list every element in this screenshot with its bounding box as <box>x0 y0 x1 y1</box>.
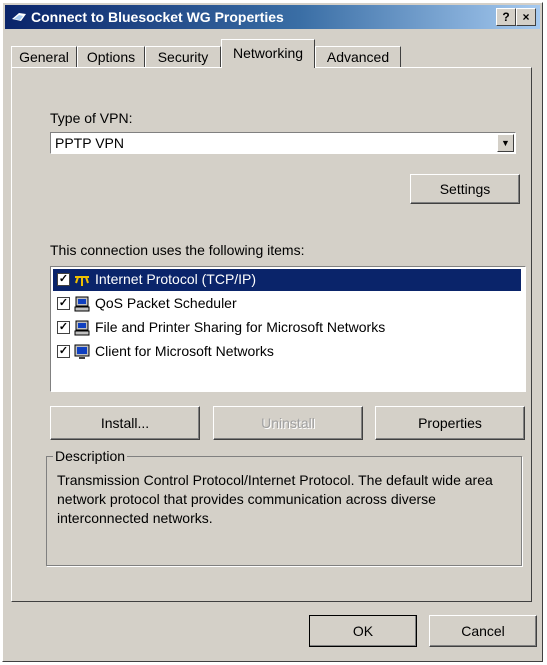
network-service-icon <box>74 296 90 312</box>
properties-dialog: Connect to Bluesocket WG Properties ? × … <box>2 2 543 662</box>
cancel-button[interactable]: Cancel <box>429 615 537 647</box>
help-button[interactable]: ? <box>496 8 516 26</box>
list-item-label: QoS Packet Scheduler <box>95 295 237 311</box>
list-item-label: File and Printer Sharing for Microsoft N… <box>95 319 386 335</box>
vpn-type-value: PPTP VPN <box>55 135 124 151</box>
vpn-type-label: Type of VPN: <box>50 110 133 126</box>
settings-button-label: Settings <box>439 181 491 197</box>
checkbox[interactable]: ✓ <box>57 297 70 310</box>
checkbox[interactable]: ✓ <box>57 321 70 334</box>
connection-icon <box>12 13 26 21</box>
list-item-label: Client for Microsoft Networks <box>95 343 274 359</box>
tab-general[interactable]: General <box>11 46 77 68</box>
components-list[interactable]: ✓ Internet Protocol (TCP/IP) ✓ QoS Packe… <box>50 266 526 392</box>
protocol-icon <box>75 276 89 286</box>
list-item[interactable]: ✓ File and Printer Sharing for Microsoft… <box>53 317 521 339</box>
window-title: Connect to Bluesocket WG Properties <box>31 9 284 25</box>
uninstall-button[interactable]: Uninstall <box>213 406 363 440</box>
tab-options[interactable]: Options <box>77 46 145 68</box>
tab-advanced[interactable]: Advanced <box>315 46 401 68</box>
description-group: Description Transmission Control Protoco… <box>46 448 522 566</box>
chevron-down-icon[interactable]: ▼ <box>497 134 514 152</box>
list-item[interactable]: ✓ QoS Packet Scheduler <box>53 293 521 315</box>
cancel-button-label: Cancel <box>461 623 505 639</box>
ok-button[interactable]: OK <box>309 615 417 647</box>
tab-networking[interactable]: Networking <box>221 39 315 68</box>
network-service-icon <box>74 320 90 336</box>
properties-button-label: Properties <box>418 415 482 431</box>
description-text: Transmission Control Protocol/Internet P… <box>57 472 493 526</box>
title-bar[interactable]: Connect to Bluesocket WG Properties ? × <box>5 5 540 29</box>
install-button-label: Install... <box>100 415 150 431</box>
checkbox[interactable]: ✓ <box>57 273 70 286</box>
close-button[interactable]: × <box>516 8 536 26</box>
description-legend: Description <box>53 448 128 464</box>
list-item[interactable]: ✓ Client for Microsoft Networks <box>53 341 521 363</box>
install-button[interactable]: Install... <box>50 406 200 440</box>
items-label: This connection uses the following items… <box>50 242 305 258</box>
checkbox[interactable]: ✓ <box>57 345 70 358</box>
tab-strip: General Options Security Networking Adva… <box>11 37 531 68</box>
network-client-icon <box>74 344 90 359</box>
list-item[interactable]: ✓ Internet Protocol (TCP/IP) <box>53 269 521 291</box>
vpn-type-select[interactable]: PPTP VPN ▼ <box>50 132 516 154</box>
networking-panel: Type of VPN: PPTP VPN ▼ Settings This co… <box>11 67 532 602</box>
uninstall-button-label: Uninstall <box>261 415 315 431</box>
list-item-label: Internet Protocol (TCP/IP) <box>95 271 257 287</box>
properties-button[interactable]: Properties <box>375 406 525 440</box>
tab-security[interactable]: Security <box>145 46 221 68</box>
settings-button[interactable]: Settings <box>410 174 520 204</box>
ok-button-label: OK <box>352 623 374 639</box>
